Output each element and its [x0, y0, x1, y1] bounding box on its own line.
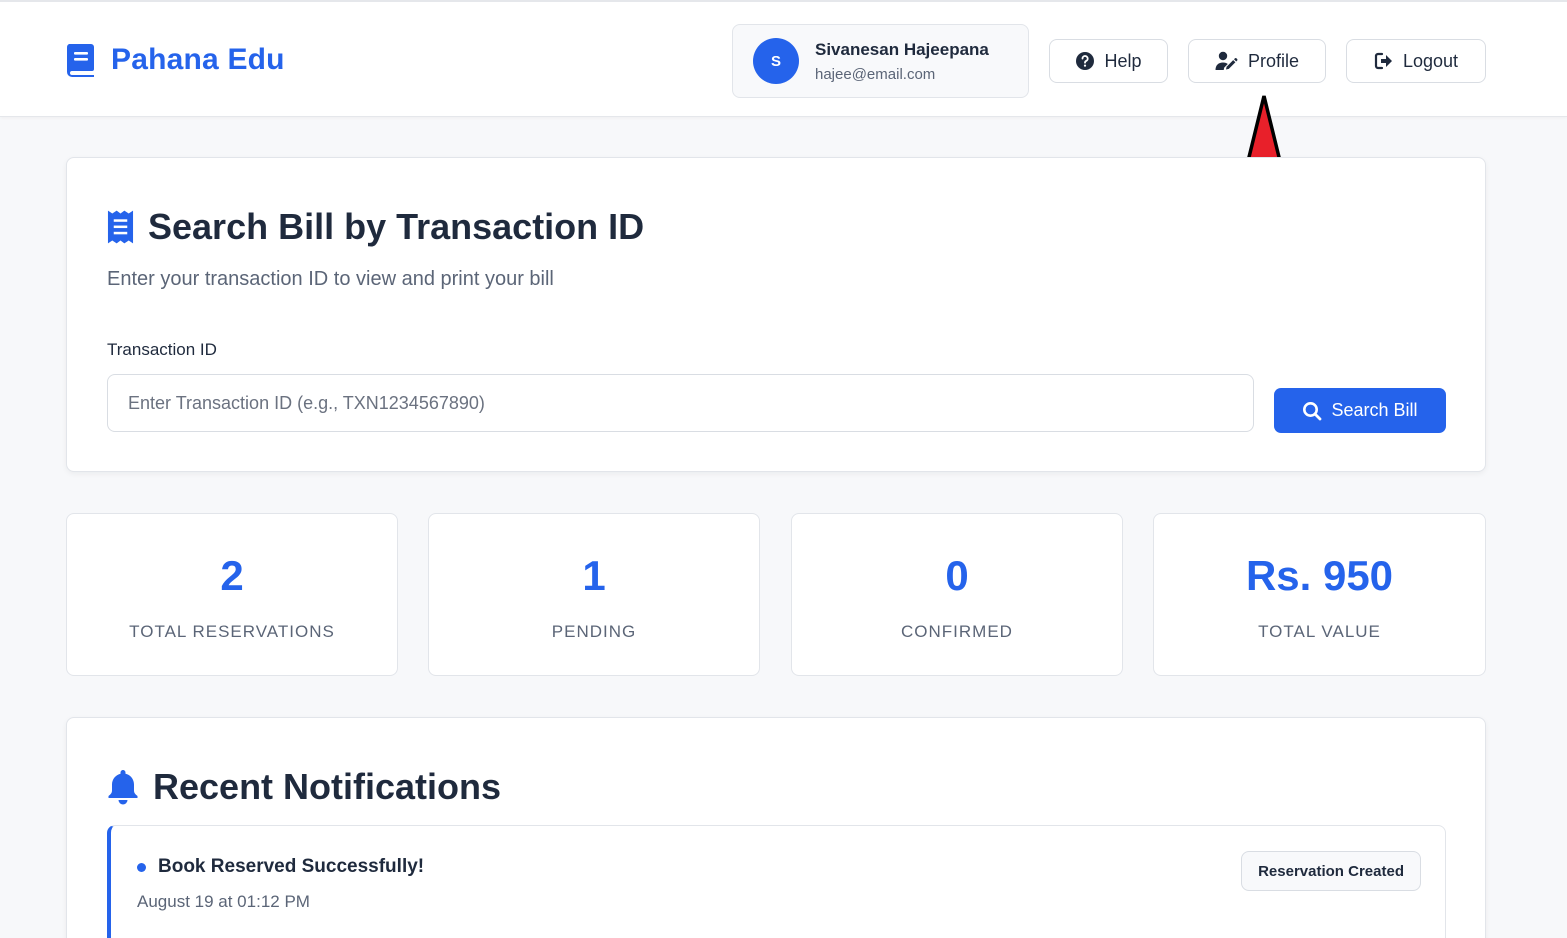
stat-card-confirmed: 0 CONFIRMED: [791, 513, 1123, 676]
user-name: Sivanesan Hajeepana: [815, 39, 989, 59]
stat-value: 0: [945, 552, 969, 599]
notifications-header: Recent Notifications: [107, 766, 501, 808]
help-button[interactable]: Help: [1049, 39, 1168, 83]
help-label: Help: [1104, 50, 1142, 71]
stat-value: Rs. 950: [1245, 552, 1394, 599]
notifications-card: Recent Notifications Book Reserved Succe…: [66, 717, 1486, 938]
notification-text: Book Reserved Successfully!: [158, 856, 425, 877]
logout-button[interactable]: Logout: [1346, 39, 1486, 83]
question-circle-icon: [1076, 52, 1095, 70]
search-card-title: Search Bill by Transaction ID: [148, 206, 645, 247]
book-icon: [66, 44, 94, 77]
user-email: hajee@email.com: [815, 65, 936, 83]
transaction-id-label: Transaction ID: [107, 340, 217, 359]
sign-out-icon: [1374, 52, 1392, 70]
search-bill-card: Search Bill by Transaction ID Enter your…: [66, 157, 1486, 472]
stat-value: 1: [582, 552, 606, 599]
stat-card-total-reservations: 2 TOTAL RESERVATIONS: [66, 513, 398, 676]
stat-label: TOTAL VALUE: [1258, 622, 1381, 641]
stat-value: 2: [220, 552, 244, 599]
search-card-header: Search Bill by Transaction ID: [107, 206, 644, 248]
stat-card-total-value: Rs. 950 TOTAL VALUE: [1153, 513, 1486, 676]
notification-time: August 19 at 01:12 PM: [137, 892, 310, 911]
stat-card-pending: 1 PENDING: [428, 513, 760, 676]
unread-dot-icon: [137, 862, 146, 872]
logout-label: Logout: [1402, 50, 1459, 71]
stat-label: PENDING: [551, 622, 637, 641]
user-edit-icon: [1215, 51, 1238, 70]
top-header: Pahana Edu S Sivanesan Hajeepana hajee@e…: [0, 0, 1567, 117]
bell-icon: [108, 770, 138, 805]
receipt-icon: [107, 210, 134, 244]
brand[interactable]: Pahana Edu: [65, 42, 285, 78]
avatar: S: [753, 38, 799, 84]
profile-label: Profile: [1247, 50, 1300, 71]
search-bill-label: Search Bill: [1331, 400, 1418, 420]
profile-button[interactable]: Profile: [1188, 39, 1326, 83]
user-info: S Sivanesan Hajeepana hajee@email.com: [732, 24, 1029, 98]
brand-name: Pahana Edu: [111, 43, 285, 76]
notification-item[interactable]: Book Reserved Successfully! August 19 at…: [107, 825, 1446, 938]
search-bill-button[interactable]: Search Bill: [1274, 388, 1446, 433]
stat-label: TOTAL RESERVATIONS: [129, 622, 335, 641]
transaction-id-input[interactable]: [107, 374, 1254, 432]
notification-head: Book Reserved Successfully!: [137, 856, 424, 878]
stat-label: CONFIRMED: [901, 622, 1013, 641]
notifications-title: Recent Notifications: [153, 766, 502, 807]
notification-badge: Reservation Created: [1241, 851, 1421, 891]
search-icon: [1303, 401, 1322, 420]
search-card-subtitle: Enter your transaction ID to view and pr…: [107, 268, 554, 290]
